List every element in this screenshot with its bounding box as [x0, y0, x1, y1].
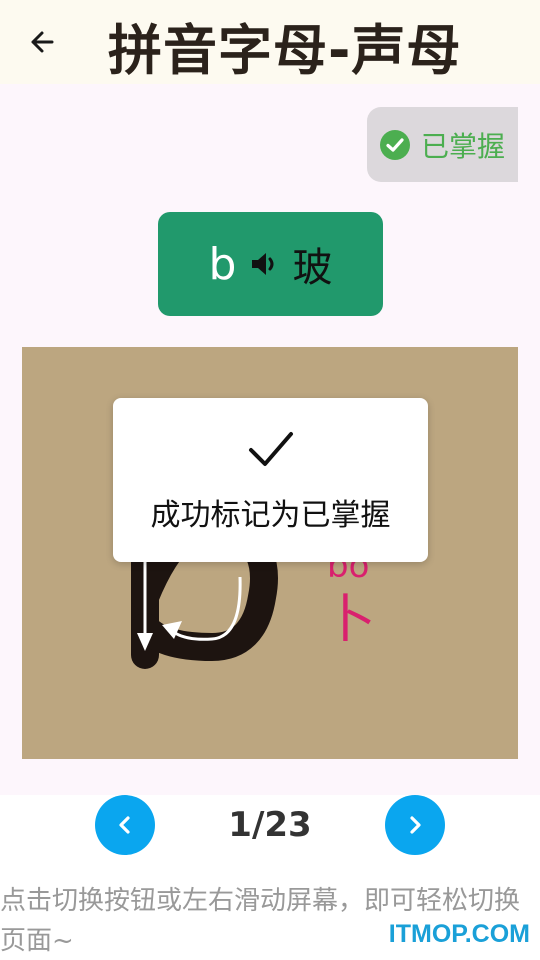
letter-pronounce-button[interactable]: b 玻 — [158, 212, 383, 316]
page-counter: 1/23 — [228, 805, 312, 845]
back-button[interactable] — [22, 24, 62, 60]
stroke-guide-char: 卜 — [324, 590, 376, 650]
watermark: ITMOP.COM — [388, 920, 530, 948]
mastered-label: 已掌握 — [421, 129, 506, 163]
bottom-navigation: 1/23 点击切换按钮或左右滑动屏幕，即可轻松切换页面~ ITMOP.COM — [0, 795, 540, 960]
page-title: 拼音字母-声母 — [108, 19, 462, 82]
next-button[interactable] — [385, 795, 445, 855]
chevron-right-icon — [410, 816, 421, 834]
toast-message: 成功标记为已掌握 — [150, 498, 391, 533]
mastered-button[interactable]: 已掌握 — [367, 107, 518, 182]
checkmark-icon — [248, 432, 293, 466]
success-toast: 成功标记为已掌握 — [113, 398, 428, 562]
speaker-icon — [252, 253, 274, 275]
letter-label: b — [208, 238, 237, 290]
example-character: 玻 — [292, 245, 333, 291]
header-bar: 拼音字母-声母 — [0, 0, 540, 84]
check-circle-icon — [380, 129, 410, 160]
arrow-left-icon — [31, 31, 54, 53]
